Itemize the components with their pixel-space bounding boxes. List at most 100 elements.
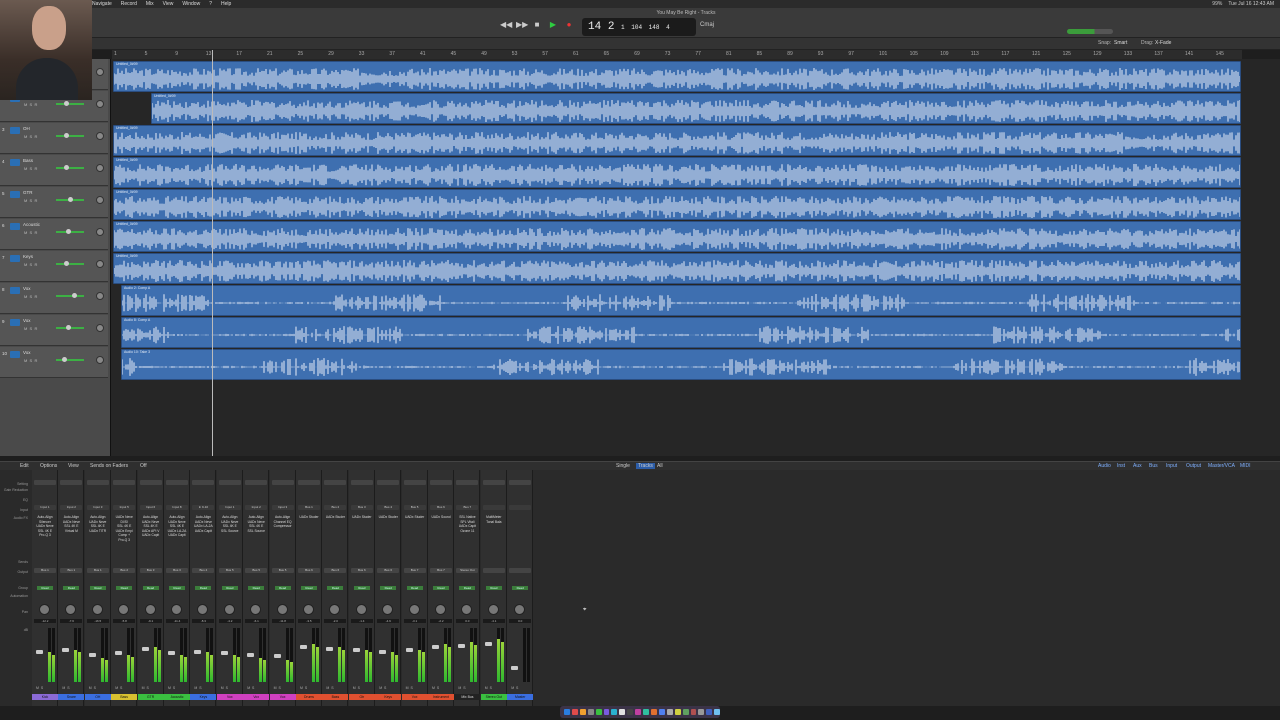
audio-region[interactable]: Untitled_0#09	[113, 125, 1241, 156]
mute-solo-buttons[interactable]: M S R	[24, 358, 37, 363]
dock-app-icon[interactable]	[650, 709, 657, 715]
pan-knob[interactable]	[329, 604, 341, 615]
mute-solo-buttons[interactable]: M S	[511, 686, 518, 690]
setting-button[interactable]	[245, 480, 268, 485]
filter-input[interactable]: Input	[1166, 463, 1177, 469]
mute-solo-buttons[interactable]: M S	[274, 686, 281, 690]
plugin-list[interactable]: Auto-Align UADx Neve UADx LA-2A UADx Cap…	[191, 515, 215, 533]
track-name[interactable]: Vox	[23, 318, 31, 323]
dock-app-icon[interactable]	[698, 709, 705, 715]
mute-solo-buttons[interactable]: M S	[142, 686, 149, 690]
plugin-list[interactable]: Auto-Align UADx Neve SSL 4K E UADx LA-2A…	[165, 515, 189, 538]
plugin-list[interactable]: UADx Studer	[376, 515, 400, 520]
audio-region[interactable]: Untitled_0#09	[113, 61, 1241, 92]
mute-solo-buttons[interactable]: M S R	[24, 294, 37, 299]
mute-solo-buttons[interactable]: M S R	[24, 166, 37, 171]
mute-solo-buttons[interactable]: M S R	[24, 102, 37, 107]
stop-icon[interactable]: ■	[532, 20, 542, 30]
output-slot[interactable]: Bus 6	[350, 568, 373, 573]
mute-solo-buttons[interactable]: M S R	[24, 262, 37, 267]
setting-button[interactable]	[192, 480, 215, 485]
pan-knob[interactable]	[96, 196, 104, 204]
battery-status[interactable]: 99%	[1212, 0, 1222, 8]
mute-solo-buttons[interactable]: M S	[485, 686, 492, 690]
volume-fader[interactable]	[511, 666, 519, 670]
channel-name[interactable]: Drums	[296, 694, 322, 700]
automation-mode[interactable]: Read	[485, 586, 502, 590]
automation-mode[interactable]: Read	[512, 586, 529, 590]
input-slot[interactable]	[509, 505, 532, 510]
pan-knob[interactable]	[171, 604, 182, 615]
volume-fader[interactable]	[88, 652, 96, 657]
output-slot[interactable]: Bus 6	[298, 568, 320, 573]
dock-app-icon[interactable]	[706, 709, 713, 715]
snap-select[interactable]: Smart	[1114, 40, 1127, 46]
input-slot[interactable]: Bus 5	[403, 505, 426, 510]
mute-solo-buttons[interactable]: M S	[326, 686, 333, 690]
menubar-clock[interactable]: Tue Jul 16 12:43 AM	[1228, 0, 1274, 8]
automation-mode[interactable]: Read	[248, 586, 265, 590]
setting-button[interactable]	[271, 480, 294, 485]
setting-button[interactable]	[166, 480, 188, 485]
track-volume-slider[interactable]	[56, 359, 84, 361]
filter-master-vca[interactable]: Master/VCA	[1208, 463, 1235, 469]
volume-fader[interactable]	[484, 642, 492, 646]
menu-help[interactable]: Help	[221, 0, 231, 8]
volume-knob[interactable]	[64, 101, 69, 106]
volume-fader[interactable]	[115, 651, 123, 655]
track-header[interactable]: 8 Vox M S R	[0, 283, 108, 314]
pan-knob[interactable]	[96, 356, 104, 364]
filter-output[interactable]: Output	[1186, 463, 1201, 469]
plugin-list[interactable]: Auto-Align UADx Neve SSL 4K E Virtual M	[59, 515, 83, 533]
plugin-list[interactable]: Auto-Align Channel EQ Compressor	[271, 515, 295, 529]
input-slot[interactable]: In 9-10	[192, 505, 215, 510]
pan-knob[interactable]	[96, 260, 104, 268]
volume-knob[interactable]	[66, 325, 71, 330]
mute-solo-buttons[interactable]: M S R	[24, 198, 37, 203]
volume-fader[interactable]	[458, 643, 466, 648]
channel-name[interactable]: Mix Bus	[454, 694, 481, 700]
track-name[interactable]: OH	[23, 126, 30, 131]
setting-button[interactable]	[34, 480, 56, 485]
track-header[interactable]: 7 Keys M S R	[0, 251, 108, 282]
volume-fader[interactable]	[379, 649, 387, 654]
pan-knob[interactable]	[514, 604, 526, 615]
volume-fader[interactable]	[141, 646, 149, 651]
setting-button[interactable]	[113, 480, 136, 485]
dock-app-icon[interactable]	[643, 709, 649, 715]
setting-button[interactable]	[139, 480, 162, 485]
automation-mode[interactable]: Read	[433, 586, 449, 590]
dock-app-icon[interactable]	[666, 709, 673, 715]
channel-name[interactable]: GTR	[137, 694, 164, 700]
automation-mode[interactable]: Read	[406, 586, 423, 590]
menu-window[interactable]: Window	[182, 0, 200, 8]
track-header[interactable]: 5 GTR M S R	[0, 187, 108, 218]
pan-knob[interactable]	[96, 324, 104, 332]
setting-button[interactable]	[86, 480, 109, 485]
output-slot[interactable]: Bus 7	[403, 568, 426, 573]
view-tracks[interactable]: Tracks	[636, 463, 655, 469]
mixer-options-menu[interactable]: Options	[40, 463, 57, 469]
input-slot[interactable]	[482, 505, 505, 510]
pan-knob[interactable]	[39, 604, 50, 615]
track-name[interactable]: Bass	[23, 158, 33, 163]
menu-record[interactable]: Record	[121, 0, 137, 8]
volume-fader[interactable]	[405, 648, 413, 652]
dock-app-icon[interactable]	[635, 709, 642, 715]
volume-knob[interactable]	[68, 197, 73, 202]
plugin-list[interactable]: Auto-Align UADx Neve SSL 4K E SSL Source	[218, 515, 242, 533]
drag-select[interactable]: X-Fade	[1155, 40, 1171, 46]
dock-app-icon[interactable]	[619, 709, 626, 715]
volume-fader[interactable]	[194, 649, 202, 654]
automation-mode[interactable]: Read	[221, 586, 238, 590]
volume-fader[interactable]	[36, 649, 43, 654]
key-signature[interactable]: Cmaj	[700, 22, 714, 28]
channel-name[interactable]: Gtr	[348, 694, 375, 700]
pan-knob[interactable]	[118, 604, 130, 615]
dock-app-icon[interactable]	[595, 709, 602, 715]
dock-app-icon[interactable]	[587, 709, 594, 715]
setting-button[interactable]	[324, 480, 347, 485]
mute-solo-buttons[interactable]: M S	[432, 686, 439, 690]
mute-solo-buttons[interactable]: M S	[168, 686, 175, 690]
automation-mode[interactable]: Read	[116, 586, 133, 590]
